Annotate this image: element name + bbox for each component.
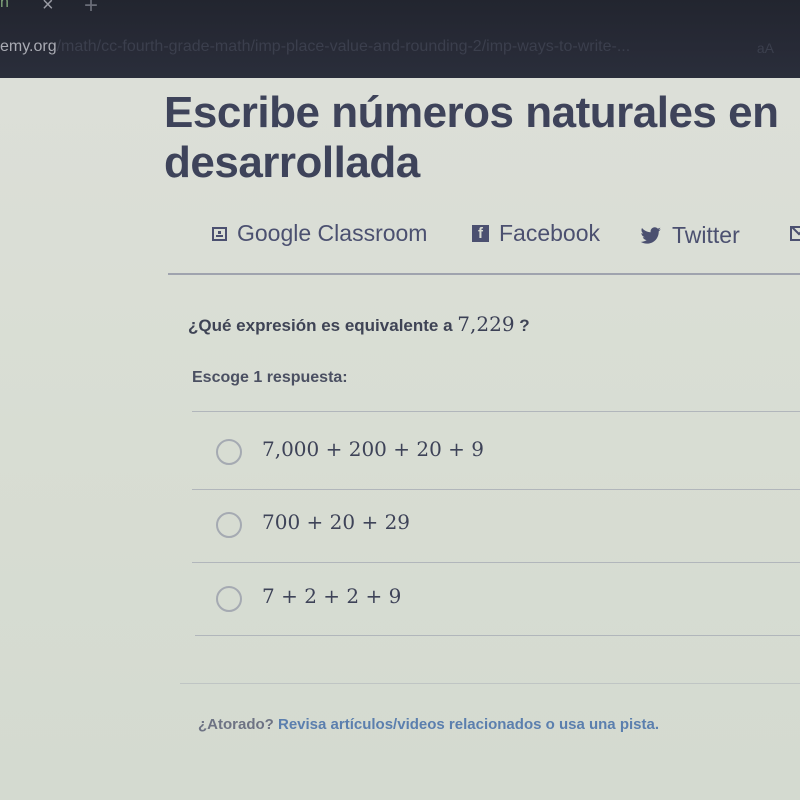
hint-prefix: ¿Atorado? xyxy=(198,716,274,733)
exercise-page: Escribe números naturales en desarrollad… xyxy=(0,78,800,800)
google-classroom-label: Google Classroom xyxy=(237,220,428,246)
page-title: Escribe números naturales en desarrollad… xyxy=(164,88,779,187)
radio-button[interactable] xyxy=(216,586,242,612)
hint-connector: o xyxy=(545,716,555,733)
email-button[interactable] xyxy=(790,226,800,241)
answer-choice[interactable]: 700 + 20 + 29 xyxy=(192,488,800,560)
google-classroom-button[interactable]: Google Classroom xyxy=(212,220,427,247)
radio-button[interactable] xyxy=(216,512,242,538)
question-suffix: ? xyxy=(519,316,530,335)
facebook-button[interactable]: f Facebook xyxy=(472,220,600,247)
url-domain: emy.org xyxy=(0,38,57,55)
answer-choice[interactable]: 7 + 2 + 2 + 9 xyxy=(192,562,800,634)
address-bar[interactable]: emy.org/math/cc-fourth-grade-math/imp-pl… xyxy=(0,38,800,66)
choice-label: 700 + 20 + 29 xyxy=(262,510,411,534)
close-tab-icon[interactable]: × xyxy=(42,0,54,17)
use-hint-link[interactable]: usa una pista. xyxy=(559,716,659,733)
facebook-icon: f xyxy=(472,225,489,242)
related-content-link[interactable]: Revisa artículos/videos relacionados xyxy=(278,716,541,733)
twitter-button[interactable]: Twitter xyxy=(640,222,740,249)
choice-label: 7 + 2 + 2 + 9 xyxy=(262,584,402,608)
answer-choice[interactable]: 7,000 + 200 + 20 + 9 xyxy=(192,415,800,487)
twitter-icon xyxy=(640,226,662,245)
question-prefix: ¿Qué expresión es equivalente a xyxy=(188,316,453,335)
footer-divider xyxy=(180,683,800,684)
question-text: ¿Qué expresión es equivalente a 7,229 ? xyxy=(188,312,530,336)
answer-prompt: Escoge 1 respuesta: xyxy=(192,369,348,386)
text-size-icon[interactable]: aA xyxy=(757,40,774,56)
twitter-label: Twitter xyxy=(672,222,740,248)
radio-button[interactable] xyxy=(216,439,242,465)
tab-title-fragment[interactable]: n xyxy=(0,0,9,12)
url-path: /math/cc-fourth-grade-math/imp-place-val… xyxy=(56,38,631,55)
email-icon xyxy=(790,226,800,241)
facebook-label: Facebook xyxy=(499,220,601,246)
choices-bottom-divider xyxy=(195,635,800,636)
choices-top-divider xyxy=(192,411,800,412)
hint-text: ¿Atorado? Revisa artículos/videos relaci… xyxy=(198,716,659,733)
share-row: Google Classroom f Facebook Twitter xyxy=(212,220,800,250)
google-classroom-icon xyxy=(212,226,227,241)
browser-chrome: n × + emy.org/math/cc-fourth-grade-math/… xyxy=(0,0,800,78)
question-number: 7,229 xyxy=(457,312,515,336)
header-divider xyxy=(168,273,800,275)
new-tab-icon[interactable]: + xyxy=(84,0,98,20)
choice-label: 7,000 + 200 + 20 + 9 xyxy=(262,437,485,461)
tab-strip: n × + xyxy=(0,0,800,22)
